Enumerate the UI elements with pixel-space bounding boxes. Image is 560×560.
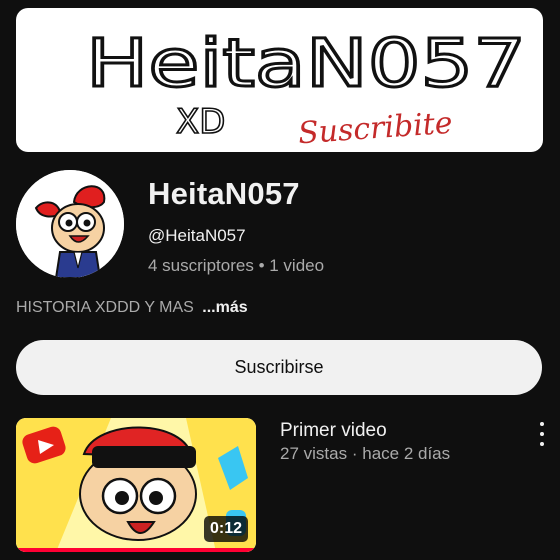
banner-art: HeitaN057 XD Suscribite	[85, 24, 528, 152]
subscriber-count: 4 suscriptores	[148, 256, 254, 275]
watch-progress-bar	[16, 548, 256, 552]
vertical-ellipsis-icon[interactable]	[534, 422, 550, 446]
kebab-dot	[540, 442, 544, 446]
video-list-item[interactable]: 0:12 Primer video 27 vistas · hace 2 día…	[0, 418, 560, 560]
channel-stats: 4 suscriptores • 1 video	[148, 256, 324, 276]
channel-handle: @HeitaN057	[148, 226, 246, 245]
video-thumbnail[interactable]: 0:12	[16, 418, 256, 552]
banner-xd: XD	[176, 102, 225, 142]
banner-title: HeitaN057	[86, 25, 526, 102]
stats-separator: •	[258, 256, 265, 275]
channel-avatar[interactable]	[16, 170, 124, 278]
video-title[interactable]: Primer video	[280, 420, 387, 442]
video-views: 27 vistas	[280, 444, 348, 463]
video-count: 1 video	[269, 256, 325, 275]
channel-name: HeitaN057	[148, 176, 300, 211]
avatar-image	[16, 170, 124, 278]
video-age: hace 2 días	[362, 444, 451, 463]
more-link[interactable]: ...más	[202, 299, 247, 316]
video-metadata: 27 vistas · hace 2 días	[280, 444, 450, 464]
subscribe-button[interactable]: Suscribirse	[16, 340, 542, 395]
description-text: HISTORIA XDDD Y MAS	[16, 299, 194, 316]
kebab-dot	[540, 422, 544, 426]
video-duration: 0:12	[203, 516, 248, 542]
kebab-dot	[540, 432, 544, 436]
channel-description[interactable]: HISTORIA XDDD Y MAS ...más	[16, 299, 248, 317]
channel-banner: HeitaN057 XD Suscribite	[16, 8, 543, 152]
banner-suscribite: Suscribite	[297, 106, 454, 152]
meta-separator: ·	[351, 444, 358, 463]
